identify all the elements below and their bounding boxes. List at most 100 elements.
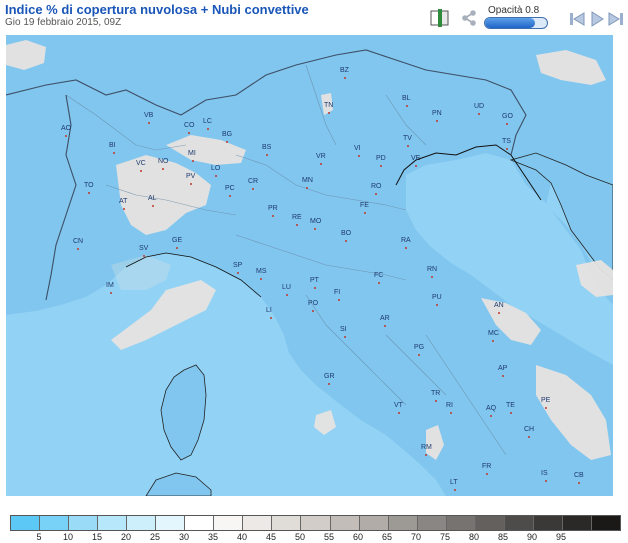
city-label: SI (340, 326, 347, 333)
legend-tick-label: 50 (294, 532, 306, 542)
city-marker (192, 160, 194, 162)
book-icon[interactable] (430, 9, 450, 27)
city-marker (296, 224, 298, 226)
city-label: SP (233, 262, 243, 269)
legend-tick-label: 70 (410, 532, 422, 542)
city-label: AQ (486, 405, 497, 412)
city-marker (478, 113, 480, 115)
city-label: IS (541, 470, 548, 477)
city-marker (380, 165, 382, 167)
page-subtitle: Gio 19 febbraio 2015, 09Z (5, 17, 122, 28)
city-label: SV (139, 245, 149, 252)
legend-swatch (301, 516, 331, 530)
city-label: RO (371, 183, 382, 190)
legend-swatch (330, 516, 360, 530)
city-marker (384, 325, 386, 327)
legend-swatch (185, 516, 215, 530)
city-label: BS (262, 144, 272, 151)
city-label: PE (541, 397, 551, 404)
city-label: MC (488, 330, 499, 337)
city-label: VC (136, 160, 146, 167)
city-marker (378, 282, 380, 284)
city-marker (375, 193, 377, 195)
city-label: LU (282, 284, 291, 291)
city-label: AN (494, 302, 504, 309)
city-label: BG (222, 131, 232, 138)
city-marker (328, 112, 330, 114)
city-label: MI (188, 150, 196, 157)
city-label: TN (324, 102, 333, 109)
city-marker (207, 128, 209, 130)
city-marker (528, 436, 530, 438)
city-label: RA (401, 237, 411, 244)
city-marker (266, 154, 268, 156)
city-label: CN (73, 238, 83, 245)
legend-swatch (69, 516, 99, 530)
legend-tick-label: 85 (497, 532, 509, 542)
city-label: PN (432, 110, 442, 117)
city-marker (364, 212, 366, 214)
legend-swatch (446, 516, 476, 530)
city-marker (314, 228, 316, 230)
next-icon[interactable] (607, 10, 625, 28)
legend-tick-label: 15 (91, 532, 103, 542)
map-svg: AO BI VB CO LC BG BS MI VC NO LO TO AT AL PV PC CR CN SV GE… (6, 35, 613, 496)
share-icon[interactable] (460, 9, 478, 27)
city-label: FR (482, 463, 491, 470)
city-label: GR (324, 373, 335, 380)
city-label: VE (411, 155, 421, 162)
legend-tick-label: 95 (555, 532, 567, 542)
cloud-cover-map[interactable]: AO BI VB CO LC BG BS MI VC NO LO TO AT AL PV PC CR CN SV GE… (6, 35, 613, 496)
city-label: LT (450, 479, 458, 486)
city-label: TO (84, 182, 94, 189)
city-label: RM (421, 444, 432, 451)
city-label: CR (248, 178, 258, 185)
legend-tick-label: 30 (178, 532, 190, 542)
city-label: VI (354, 145, 361, 152)
city-marker (545, 480, 547, 482)
city-label: FC (374, 272, 383, 279)
city-label: TE (506, 402, 515, 409)
legend-swatch (388, 516, 418, 530)
city-marker (188, 132, 190, 134)
opacity-slider[interactable] (484, 17, 548, 29)
legend-tick-label: 75 (439, 532, 451, 542)
city-marker (490, 415, 492, 417)
city-marker (113, 152, 115, 154)
city-label: MS (256, 268, 267, 275)
legend-tick-label: 90 (526, 532, 538, 542)
city-marker (286, 294, 288, 296)
city-label: PC (225, 185, 235, 192)
city-marker (545, 407, 547, 409)
city-label: PO (308, 300, 319, 307)
legend-tick-label: 60 (352, 532, 364, 542)
city-marker (215, 175, 217, 177)
color-legend (10, 515, 621, 531)
city-label: NO (158, 158, 169, 165)
page-title: Indice % di copertura nuvolosa + Nubi co… (5, 2, 309, 17)
city-label: AO (61, 125, 72, 132)
prev-icon[interactable] (568, 10, 586, 28)
city-marker (578, 482, 580, 484)
city-marker (320, 163, 322, 165)
legend-swatch (475, 516, 505, 530)
legend-swatch (127, 516, 157, 530)
city-marker (312, 310, 314, 312)
city-marker (435, 400, 437, 402)
city-marker (454, 489, 456, 491)
city-label: PV (186, 173, 196, 180)
city-marker (450, 412, 452, 414)
city-label: BI (109, 142, 116, 149)
legend-swatch (40, 516, 70, 530)
city-label: BO (341, 230, 352, 237)
city-marker (407, 145, 409, 147)
city-marker (405, 247, 407, 249)
city-marker (498, 312, 500, 314)
play-icon[interactable] (589, 10, 605, 28)
city-label: VB (144, 112, 154, 119)
opacity-slider-fill (485, 18, 535, 28)
city-marker (345, 240, 347, 242)
city-marker (77, 248, 79, 250)
city-label: LI (266, 307, 272, 314)
city-label: IM (106, 282, 114, 289)
